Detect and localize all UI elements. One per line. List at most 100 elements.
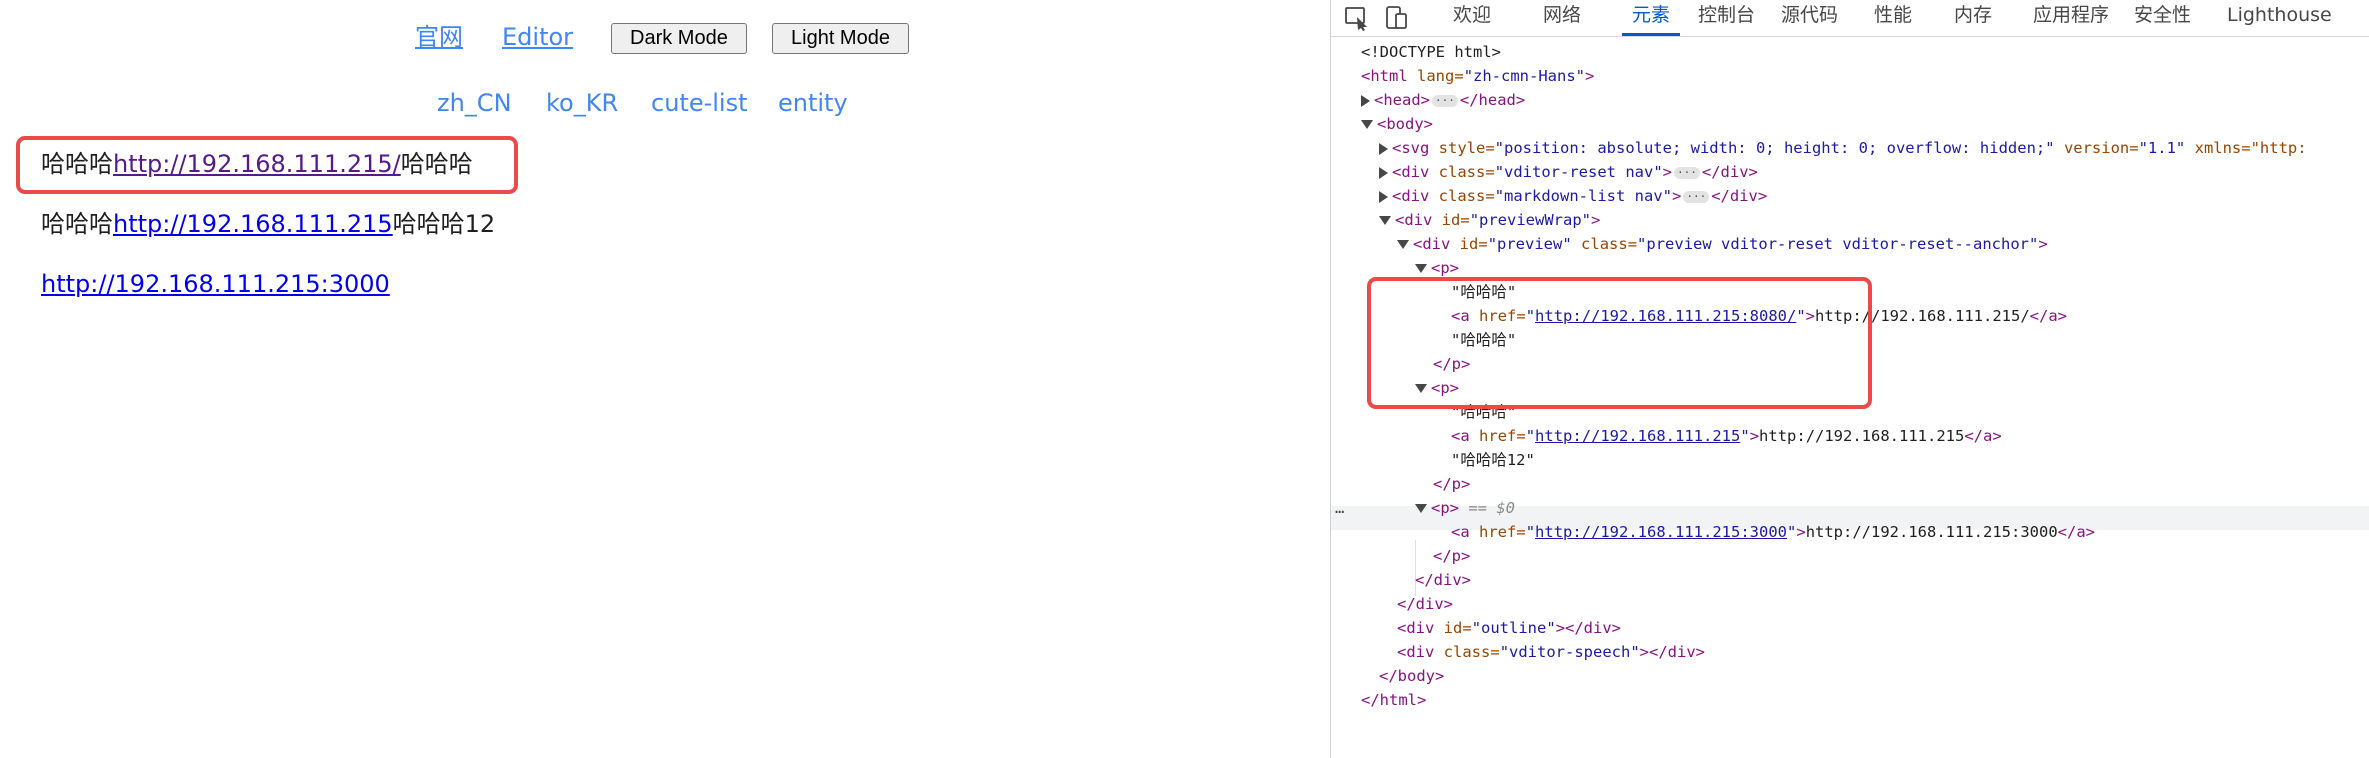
tab-performance[interactable]: 性能	[1874, 0, 1912, 36]
svg-style-attr: style=	[1438, 139, 1495, 157]
collapse-arrow-icon[interactable]	[1415, 264, 1427, 273]
ellipsis-icon[interactable]: ···	[1683, 190, 1710, 203]
highlight-box-dom	[1367, 277, 1872, 409]
tab-security[interactable]: 安全性	[2134, 0, 2191, 36]
dom-svg[interactable]: <svg style="position: absolute; width: 0…	[1379, 136, 2307, 160]
a-text: http://192.168.111.215	[1759, 427, 1965, 445]
dark-mode-button[interactable]: Dark Mode	[611, 23, 747, 54]
paragraph-1-after: 哈哈哈	[400, 150, 473, 178]
svg-style-value: "position: absolute; width: 0; height: 0…	[1494, 139, 2055, 157]
dom-div-previewwrap[interactable]: <div id="previewWrap">	[1379, 208, 1600, 232]
device-toolbar-icon[interactable]	[1383, 5, 1411, 31]
dots-text: …	[1335, 499, 1345, 517]
dom-text-node[interactable]: "哈哈哈12"	[1451, 448, 1535, 472]
collapse-arrow-icon[interactable]	[1397, 240, 1409, 249]
devtools-panel: 欢迎 网络 元素 控制台 源代码 性能 内存 应用程序 安全性 Lighthou…	[1330, 0, 2369, 758]
html-close-tag: </html>	[1361, 691, 1427, 709]
official-site-link[interactable]: 官网	[415, 22, 463, 52]
dom-div-vditor-speech[interactable]: <div class="vditor-speech"></div>	[1397, 640, 1705, 664]
expand-arrow-icon[interactable]	[1379, 166, 1388, 179]
dom-html-close[interactable]: </html>	[1361, 688, 1426, 712]
collapse-arrow-icon[interactable]	[1379, 216, 1391, 225]
dom-p-2-close[interactable]: </p>	[1433, 472, 1470, 496]
dom-div-vditor-reset-nav[interactable]: <div class="vditor-reset nav"> ··· </div>	[1379, 160, 1758, 184]
svg-xmlns-attr: xmlns="http:	[2194, 139, 2307, 157]
svg-version-value: "1.1"	[2138, 139, 2186, 157]
nav-link-zh-cn[interactable]: zh_CN	[437, 88, 512, 118]
dom-div-outline[interactable]: <div id="outline"></div>	[1397, 616, 1621, 640]
dom-p-3-selected[interactable]: <p> == $0	[1415, 496, 1515, 520]
paragraph-2: 哈哈哈http://192.168.111.215哈哈哈12	[41, 208, 495, 240]
editor-link[interactable]: Editor	[502, 22, 573, 52]
body-tag: <body>	[1377, 115, 1433, 133]
collapse-arrow-icon[interactable]	[1361, 120, 1373, 129]
expand-arrow-icon[interactable]	[1379, 142, 1388, 155]
dom-div-previewwrap-close[interactable]: </div>	[1397, 592, 1453, 616]
a-href-link[interactable]: http://192.168.111.215:3000	[1535, 523, 1787, 541]
div-id-value: "preview"	[1487, 235, 1572, 253]
div-id-value: "outline"	[1471, 619, 1556, 637]
doctype-text: <!DOCTYPE html>	[1361, 43, 1501, 61]
a-text: http://192.168.111.215:3000	[1805, 523, 2058, 541]
page-preview: 官网 Editor Dark Mode Light Mode zh_CN ko_…	[0, 0, 1330, 758]
paragraph-1-before: 哈哈哈	[41, 150, 113, 178]
paragraph-3-link[interactable]: http://192.168.111.215:3000	[41, 270, 390, 298]
tab-elements-label: 元素	[1632, 4, 1671, 26]
paragraph-2-after: 哈哈哈12	[392, 210, 496, 238]
div-class-value: "markdown-list nav"	[1494, 187, 1672, 205]
ellipsis-icon[interactable]: ···	[1432, 94, 1458, 107]
expand-arrow-icon[interactable]	[1361, 94, 1370, 107]
p-close-tag: </p>	[1433, 547, 1471, 565]
p-close-tag: </p>	[1433, 475, 1471, 493]
row-more-icon[interactable]: …	[1335, 496, 1344, 520]
paragraph-1-link[interactable]: http://192.168.111.215/	[113, 150, 401, 178]
paragraph-2-link[interactable]: http://192.168.111.215	[113, 210, 393, 238]
collapse-arrow-icon[interactable]	[1415, 504, 1427, 513]
dom-div-markdown-list-nav[interactable]: <div class="markdown-list nav"> ··· </div>	[1379, 184, 1767, 208]
tab-application[interactable]: 应用程序	[2033, 0, 2109, 36]
text-node-value: "哈哈哈12"	[1451, 451, 1535, 469]
paragraph-2-before: 哈哈哈	[41, 210, 113, 238]
p-tag: <p>	[1431, 259, 1459, 277]
div-close-tag: </div>	[1397, 595, 1453, 613]
svg-version-attr: version=	[2063, 139, 2139, 157]
head-close-tag: </head>	[1459, 91, 1526, 109]
expand-arrow-icon[interactable]	[1379, 190, 1388, 203]
dom-tree: <!DOCTYPE html> <html lang="zh-cmn-Hans"…	[1331, 36, 2369, 758]
head-tag: <head>	[1374, 91, 1430, 109]
dom-div-preview[interactable]: <div id="preview" class="preview vditor-…	[1397, 232, 2048, 256]
dom-a-3[interactable]: <a href="http://192.168.111.215:3000">ht…	[1451, 520, 2095, 544]
a-href-link[interactable]: http://192.168.111.215	[1535, 427, 1740, 445]
div-class-value: "preview vditor-reset vditor-reset--anch…	[1637, 235, 2039, 253]
div-id-value: "previewWrap"	[1469, 211, 1592, 229]
html-tag: <html	[1361, 67, 1408, 85]
light-mode-button[interactable]: Light Mode	[772, 23, 909, 54]
dom-p-3-close[interactable]: </p>	[1433, 544, 1470, 568]
nav-link-entity[interactable]: entity	[778, 88, 848, 118]
dom-a-2[interactable]: <a href="http://192.168.111.215">http://…	[1451, 424, 2002, 448]
tab-welcome[interactable]: 欢迎	[1453, 0, 1491, 36]
html-lang-value: "zh-cmn-Hans"	[1463, 67, 1586, 85]
dom-head[interactable]: <head> ··· </head>	[1361, 88, 1525, 112]
nav-link-cute-list[interactable]: cute-list	[651, 88, 748, 118]
tab-lighthouse[interactable]: Lighthouse	[2227, 0, 2332, 36]
tab-console[interactable]: 控制台	[1698, 0, 1755, 36]
html-lang-attr: lang	[1417, 67, 1455, 85]
dom-div-preview-close[interactable]: </div>	[1415, 568, 1471, 592]
paragraph-1: 哈哈哈http://192.168.111.215/哈哈哈	[41, 148, 473, 180]
tab-elements[interactable]: 元素	[1622, 0, 1681, 36]
nav-link-ko-kr[interactable]: ko_KR	[546, 88, 618, 118]
div-close-tag: </div>	[1415, 571, 1471, 589]
paragraph-3: http://192.168.111.215:3000	[41, 268, 390, 300]
tab-memory[interactable]: 内存	[1954, 0, 1992, 36]
inspect-element-icon[interactable]	[1343, 5, 1371, 31]
tab-sources[interactable]: 源代码	[1781, 0, 1838, 36]
dom-doctype[interactable]: <!DOCTYPE html>	[1361, 40, 1501, 64]
dom-body-close[interactable]: </body>	[1379, 664, 1444, 688]
svg-tag: <svg	[1392, 139, 1430, 157]
tab-network[interactable]: 网络	[1543, 0, 1581, 36]
dom-body[interactable]: <body>	[1361, 112, 1433, 136]
p-tag: <p>	[1431, 499, 1459, 517]
ellipsis-icon[interactable]: ···	[1674, 166, 1700, 179]
dom-html[interactable]: <html lang="zh-cmn-Hans">	[1361, 64, 1594, 88]
